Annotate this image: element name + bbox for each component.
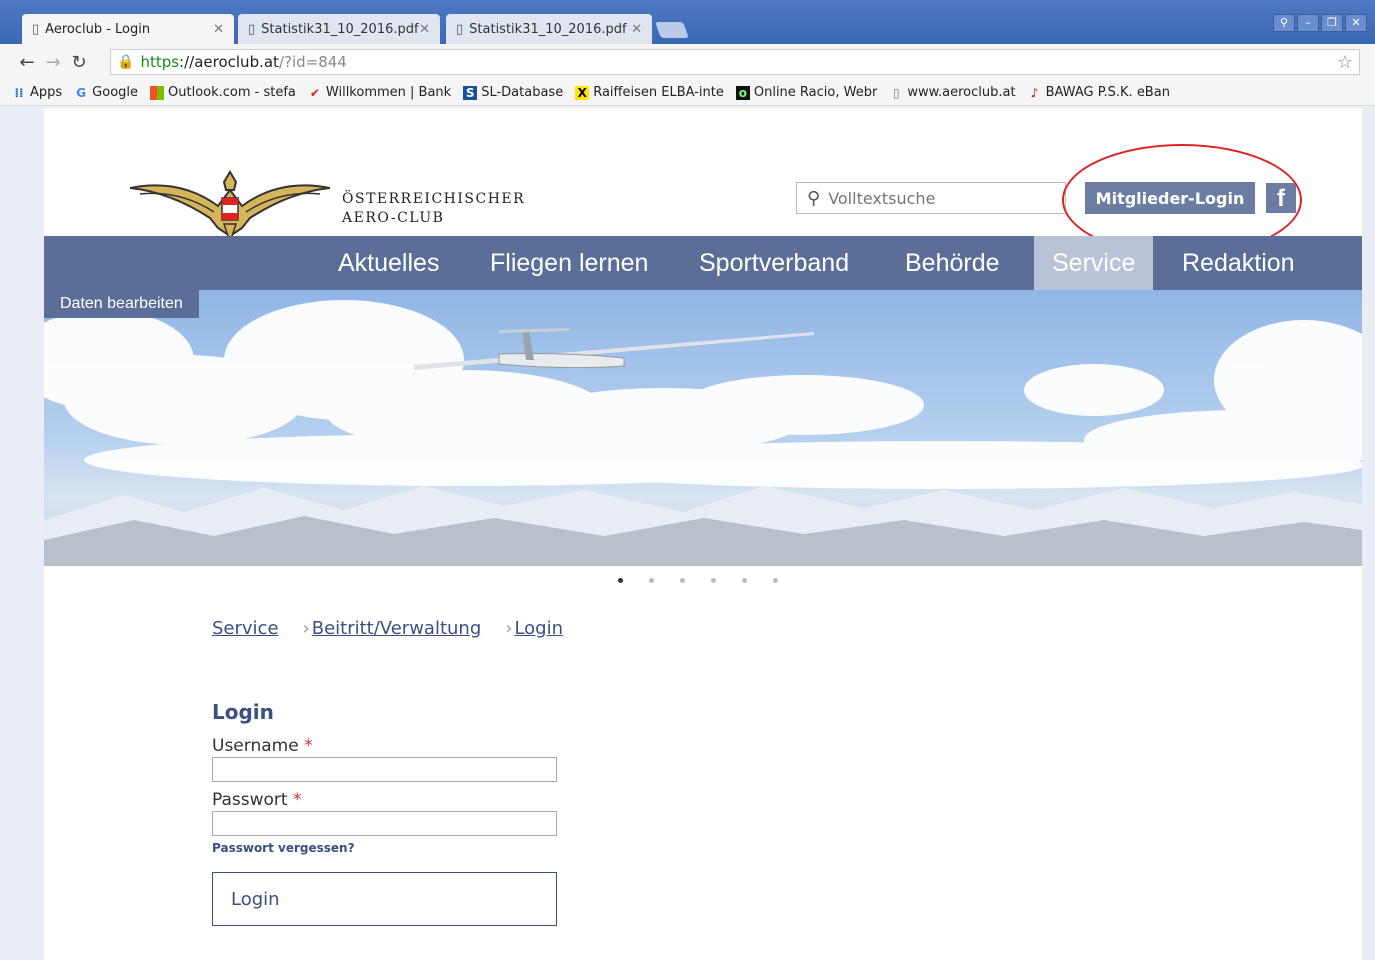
slider-dot-1[interactable]: [618, 578, 623, 583]
slider-dot-5[interactable]: [742, 578, 747, 583]
search-input[interactable]: [828, 188, 1049, 208]
breadcrumb-login[interactable]: Login: [514, 618, 563, 639]
reload-icon[interactable]: ↻: [66, 52, 92, 73]
bawag-icon: ♪: [1030, 85, 1039, 100]
apps-grid-icon: ⁞⁞: [14, 85, 24, 100]
password-field[interactable]: [212, 811, 557, 836]
slider-dot-4[interactable]: [711, 578, 716, 583]
bookmark-apps[interactable]: ⁞⁞ Apps: [12, 85, 62, 100]
outlook-icon: [150, 85, 165, 100]
breadcrumb-service[interactable]: Service: [212, 618, 279, 639]
slider-dot-6[interactable]: [773, 578, 778, 583]
brand-line-1: ÖSTERREICHISCHER: [342, 191, 526, 207]
close-icon[interactable]: ✕: [631, 22, 642, 37]
slider-dots: [618, 578, 778, 583]
slider-dot-2[interactable]: [649, 578, 654, 583]
tab-label: Statistik31_10_2016.pdf: [261, 21, 419, 37]
nav-fliegen-lernen[interactable]: Fliegen lernen: [490, 236, 648, 290]
bookmark-label: Willkommen | Bank: [325, 85, 452, 100]
bookmark-aeroclub[interactable]: ▯ www.aeroclub.at: [889, 85, 1016, 100]
login-submit-button[interactable]: Login: [212, 872, 557, 926]
bookmark-label: Online Racio, Webr: [753, 85, 878, 100]
main-navigation: Aktuelles Fliegen lernen Sportverband Be…: [44, 236, 1362, 290]
chevron-right-icon: ›: [505, 618, 513, 639]
slider-dot-3[interactable]: [680, 578, 685, 583]
search-icon: ⚲: [807, 187, 821, 209]
new-tab-button[interactable]: [655, 22, 689, 38]
nav-aktuelles[interactable]: Aktuelles: [338, 236, 439, 290]
bookmark-google[interactable]: G Google: [74, 85, 138, 100]
address-bar[interactable]: 🔒 https ://aeroclub.at /?id=844 ☆: [110, 49, 1360, 75]
browser-tab-strip: ▯ Aeroclub - Login ✕ ▯ Statistik31_10_20…: [0, 0, 1375, 44]
password-label: Passwort *: [212, 790, 302, 810]
minimize-icon[interactable]: –: [1297, 14, 1319, 32]
nav-sportverband[interactable]: Sportverband: [699, 236, 849, 290]
tab-statistik-pdf-1[interactable]: ▯ Statistik31_10_2016.pdf ✕: [238, 14, 440, 44]
tab-label: Statistik31_10_2016.pdf: [469, 21, 627, 37]
breadcrumb-item-3: › Login: [505, 618, 563, 639]
page-icon: ▯: [456, 21, 464, 37]
bookmark-outlook[interactable]: Outlook.com - stefa: [150, 85, 296, 100]
close-icon[interactable]: ✕: [419, 22, 430, 37]
url-scheme: https: [140, 53, 180, 71]
web-page: ÖSTERREICHISCHER AERO-CLUB ⚲ Mitglieder-…: [44, 108, 1362, 960]
bookmark-label: BAWAG P.S.K. eBan: [1045, 85, 1170, 100]
bank-icon: ✔: [309, 85, 320, 100]
username-field[interactable]: [212, 757, 557, 782]
required-mark: *: [304, 736, 313, 756]
bookmark-label: Raiffeisen ELBA-inte: [593, 85, 724, 100]
bookmark-racio[interactable]: o Online Racio, Webr: [735, 85, 878, 100]
username-label-text: Username: [212, 736, 299, 756]
hero-slider-image: Daten bearbeiten: [44, 290, 1362, 566]
brand-name: ÖSTERREICHISCHER AERO-CLUB: [342, 190, 525, 228]
forgot-password-link[interactable]: Passwort vergessen?: [212, 841, 355, 855]
login-heading: Login: [212, 700, 274, 724]
username-label: Username *: [212, 736, 313, 756]
url-host: ://aeroclub.at: [179, 53, 279, 71]
close-window-icon[interactable]: ✕: [1345, 14, 1367, 32]
chevron-right-icon: ›: [302, 618, 310, 639]
bookmark-bank[interactable]: ✔ Willkommen | Bank: [308, 85, 451, 100]
raiffeisen-icon: X: [575, 85, 590, 100]
breadcrumb: Service › Beitritt/Verwaltung › Login: [212, 618, 563, 639]
brand-line-2: AERO-CLUB: [342, 210, 445, 226]
bookmark-bawag[interactable]: ♪ BAWAG P.S.K. eBan: [1028, 85, 1170, 100]
password-label-text: Passwort: [212, 790, 288, 810]
window-controls: ⚲ – ❐ ✕: [1273, 14, 1367, 32]
page-icon: ▯: [893, 85, 900, 100]
tab-statistik-pdf-2[interactable]: ▯ Statistik31_10_2016.pdf ✕: [446, 14, 652, 44]
search-box[interactable]: ⚲: [796, 182, 1066, 214]
bookmark-label: SL-Database: [481, 85, 564, 100]
page-icon: ▯: [32, 21, 40, 37]
page-icon: ▯: [248, 21, 256, 37]
bookmark-label: Outlook.com - stefa: [168, 85, 296, 100]
google-icon: G: [76, 85, 87, 100]
racio-icon: o: [735, 85, 750, 100]
bookmark-label: www.aeroclub.at: [907, 85, 1016, 100]
user-icon[interactable]: ⚲: [1273, 14, 1295, 32]
page-gutter: [0, 108, 44, 960]
tab-aeroclub-login[interactable]: ▯ Aeroclub - Login ✕: [22, 14, 234, 44]
restore-icon[interactable]: ❐: [1321, 14, 1343, 32]
edit-data-tag[interactable]: Daten bearbeiten: [44, 290, 199, 318]
required-mark: *: [293, 790, 302, 810]
forward-icon[interactable]: →: [40, 52, 66, 73]
bookmark-label: Apps: [30, 85, 63, 100]
nav-behoerde[interactable]: Behörde: [905, 236, 1000, 290]
bookmarks-bar: ⁞⁞ Apps G Google Outlook.com - stefa ✔ Will…: [0, 80, 1375, 106]
breadcrumb-item-2: › Beitritt/Verwaltung: [303, 618, 482, 639]
close-icon[interactable]: ✕: [213, 22, 224, 37]
bookmark-sl-database[interactable]: S SL-Database: [463, 85, 563, 100]
back-icon[interactable]: ←: [14, 52, 40, 73]
database-icon: S: [463, 85, 478, 100]
nav-redaktion[interactable]: Redaktion: [1182, 236, 1295, 290]
tab-label: Aeroclub - Login: [45, 21, 151, 37]
lock-icon: 🔒: [117, 54, 135, 70]
nav-service[interactable]: Service: [1034, 236, 1154, 290]
bookmark-label: Google: [92, 85, 139, 100]
url-path: /?id=844: [278, 53, 347, 71]
breadcrumb-beitritt-verwaltung[interactable]: Beitritt/Verwaltung: [312, 618, 482, 639]
bookmark-star-icon[interactable]: ☆: [1337, 52, 1353, 73]
bookmark-raiffeisen[interactable]: X Raiffeisen ELBA-inte: [575, 85, 724, 100]
